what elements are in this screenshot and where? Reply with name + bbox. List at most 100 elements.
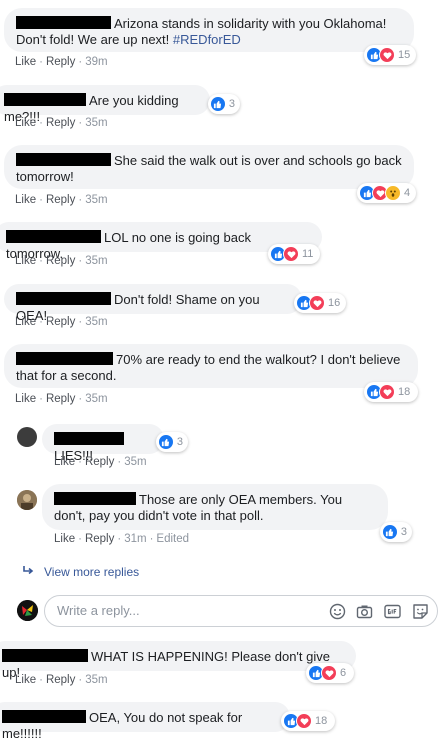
timestamp[interactable]: 35m [85, 117, 107, 129]
reaction-summary[interactable]: 6 [306, 663, 354, 683]
reaction-count: 18 [315, 715, 328, 727]
comment-actions: Like · Reply · 35m [15, 674, 108, 686]
redacted-name [16, 16, 111, 29]
like-link[interactable]: Like [15, 393, 36, 405]
reply-actions: Like · Reply · 35m [54, 456, 147, 468]
like-reaction-icon [210, 96, 226, 112]
avatar-logo-icon [17, 600, 38, 621]
comment-bubble: She said the walk out is over and school… [4, 145, 414, 189]
reaction-count: 3 [228, 98, 235, 110]
reaction-summary[interactable]: 3 [208, 94, 240, 114]
reply-input[interactable] [55, 602, 309, 619]
like-link[interactable]: Like [15, 316, 36, 328]
reply-link[interactable]: Reply [46, 674, 75, 686]
redacted-name [54, 432, 124, 445]
reaction-count: 3 [400, 526, 407, 538]
camera-icon[interactable] [356, 603, 373, 620]
view-more-replies-label[interactable]: View more replies [44, 565, 139, 579]
current-user-avatar [17, 600, 38, 621]
gif-icon[interactable] [384, 603, 401, 620]
reaction-count: 3 [176, 436, 183, 448]
redacted-name [6, 230, 101, 243]
timestamp[interactable]: 35m [85, 194, 107, 206]
view-more-replies-link[interactable]: View more replies [22, 565, 139, 579]
love-reaction-icon [321, 665, 337, 681]
reply-link[interactable]: Reply [46, 56, 75, 68]
reply-arrow-icon [22, 565, 36, 579]
avatar-photo-icon [17, 490, 37, 510]
like-link[interactable]: Like [15, 674, 36, 686]
reaction-summary[interactable]: 16 [294, 293, 346, 313]
timestamp[interactable]: 35m [124, 456, 146, 468]
like-link[interactable]: Like [54, 533, 75, 545]
timestamp[interactable]: 35m [85, 316, 107, 328]
avatar[interactable] [17, 490, 37, 510]
like-link[interactable]: Like [15, 117, 36, 129]
reaction-count: 11 [302, 248, 314, 260]
reaction-summary[interactable]: 4 [357, 183, 416, 203]
reaction-count: 18 [398, 386, 411, 398]
comment-actions: Like · Reply · 35m [15, 316, 108, 328]
redacted-name [16, 292, 111, 305]
reply-input-box[interactable] [44, 595, 438, 627]
timestamp[interactable]: 31m [124, 533, 146, 545]
redacted-name [2, 710, 86, 723]
comment-actions: Like · Reply · 35m [15, 194, 108, 206]
redacted-name [54, 492, 136, 505]
reply-actions: Like · Reply · 31m · Edited [54, 533, 190, 545]
comment-bubble: Don't fold! Shame on you OEA! [4, 284, 302, 323]
redacted-name [4, 93, 86, 106]
love-reaction-icon [283, 246, 299, 262]
comment-actions: Like · Reply · 35m [15, 117, 108, 129]
reply-link[interactable]: Reply [46, 117, 75, 129]
reaction-summary[interactable]: 3 [380, 522, 412, 542]
avatar[interactable] [17, 427, 37, 447]
like-link[interactable]: Like [15, 194, 36, 206]
redacted-name [16, 352, 113, 365]
reaction-count: 15 [398, 49, 411, 61]
reply-link[interactable]: Reply [46, 194, 75, 206]
love-reaction-icon [379, 384, 395, 400]
timestamp[interactable]: 39m [85, 56, 107, 68]
emoji-icon[interactable] [329, 603, 346, 620]
comment-bubble: 70% are ready to end the walkout? I don'… [4, 344, 418, 388]
comment-bubble: OEA, You do not speak for me!!!!!! [0, 702, 290, 741]
reaction-summary[interactable]: 11 [268, 244, 320, 264]
like-reaction-icon [382, 524, 398, 540]
love-reaction-icon [296, 713, 312, 729]
reaction-count: 4 [404, 187, 411, 199]
reply-bubble: Those are only OEA members. You don't, p… [42, 484, 388, 530]
reaction-count: 16 [328, 297, 341, 309]
reply-link[interactable]: Reply [46, 255, 75, 267]
reply-link[interactable]: Reply [85, 533, 114, 545]
reaction-count: 6 [340, 667, 347, 679]
wow-reaction-icon [385, 185, 401, 201]
reply-link[interactable]: Reply [46, 316, 75, 328]
comment-bubble: Arizona stands in solidarity with you Ok… [4, 8, 414, 52]
reply-link[interactable]: Reply [46, 393, 75, 405]
like-link[interactable]: Like [15, 56, 36, 68]
redacted-name [16, 153, 111, 166]
comment-actions: Like · Reply · 39m [15, 56, 108, 68]
timestamp[interactable]: 35m [85, 255, 107, 267]
love-reaction-icon [309, 295, 325, 311]
reaction-summary[interactable]: 18 [364, 382, 418, 402]
reaction-summary[interactable]: 15 [364, 45, 416, 65]
like-link[interactable]: Like [15, 255, 36, 267]
like-reaction-icon [158, 434, 174, 450]
like-link[interactable]: Like [54, 456, 75, 468]
comment-actions: Like · Reply · 35m [15, 393, 108, 405]
comment-bubble: Are you kidding me?!!! [0, 85, 210, 124]
reaction-summary[interactable]: 18 [281, 711, 335, 731]
edited-label[interactable]: Edited [156, 533, 189, 545]
reply-link[interactable]: Reply [85, 456, 114, 468]
love-reaction-icon [379, 47, 395, 63]
comment-bubble: WHAT IS HAPPENING! Please don't give up! [0, 641, 356, 680]
reaction-summary[interactable]: 3 [156, 432, 188, 452]
sticker-icon[interactable] [412, 603, 429, 620]
reply-bubble: LIES!!! [42, 424, 164, 463]
timestamp[interactable]: 35m [85, 674, 107, 686]
redacted-name [2, 649, 88, 662]
timestamp[interactable]: 35m [85, 393, 107, 405]
hashtag-link[interactable]: #REDforED [173, 32, 241, 47]
